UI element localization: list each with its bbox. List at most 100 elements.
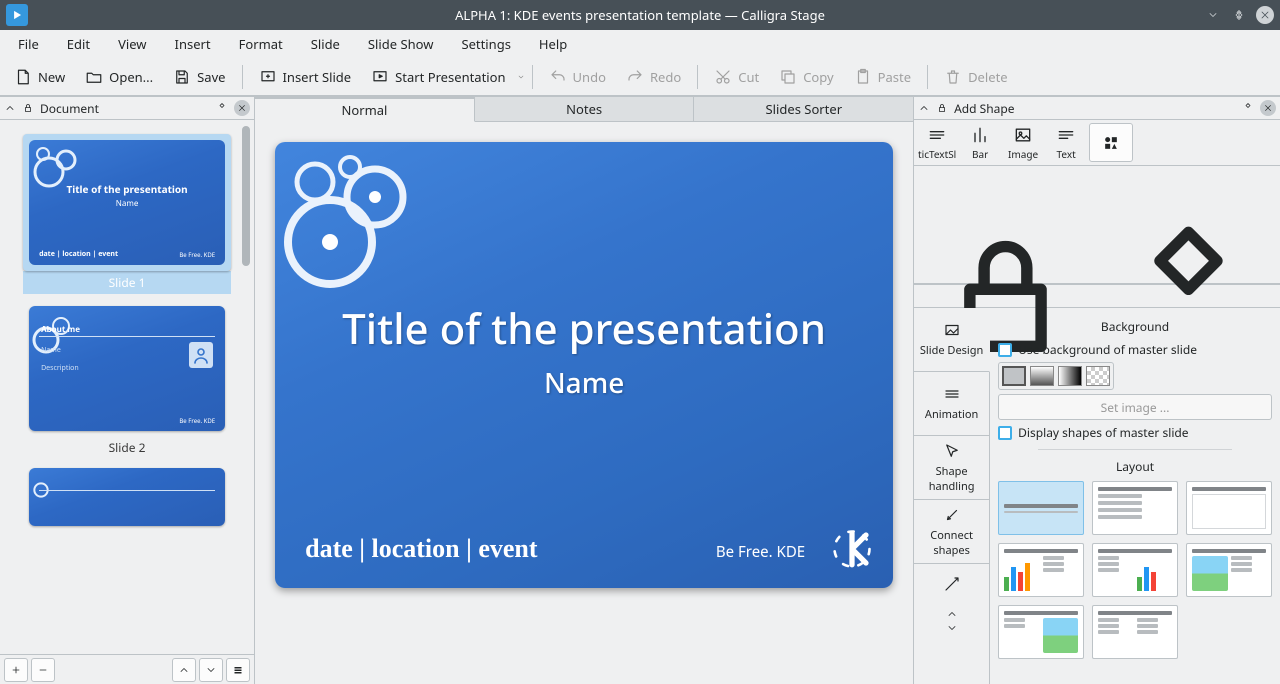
tab-connect-shapes[interactable]: Connect shapes xyxy=(914,500,989,564)
move-down-button[interactable] xyxy=(199,658,223,682)
menubar: File Edit View Insert Format Slide Slide… xyxy=(0,30,1280,58)
artistic-text-button[interactable]: ticTextSl xyxy=(917,123,957,162)
slide-subtitle-text[interactable]: Name xyxy=(275,364,893,402)
float-icon[interactable] xyxy=(1242,102,1254,114)
toolbar: New Open... Save Insert Slide Start Pres… xyxy=(0,58,1280,96)
paste-button[interactable]: Paste xyxy=(846,64,919,90)
view-tabs: Normal Notes Slides Sorter xyxy=(255,96,913,122)
collapse-icon[interactable] xyxy=(4,102,16,114)
bg-color-swatches[interactable] xyxy=(998,362,1114,390)
menu-format[interactable]: Format xyxy=(225,31,297,57)
right-panel: Add Shape ticTextSl Bar Image Text Slide… xyxy=(914,96,1280,684)
lock-icon[interactable] xyxy=(22,102,34,114)
layout-grid xyxy=(998,481,1272,659)
menu-slide[interactable]: Slide xyxy=(297,31,354,57)
open-button[interactable]: Open... xyxy=(77,64,161,90)
swatch-pattern[interactable] xyxy=(1086,366,1110,386)
slide-footer-right[interactable]: Be Free. KDE xyxy=(716,542,805,562)
lock-icon[interactable] xyxy=(936,102,948,114)
panel-close-button[interactable] xyxy=(1260,100,1276,116)
layout-title-content[interactable] xyxy=(1092,481,1178,535)
add-slide-button[interactable] xyxy=(4,658,28,682)
slide-list-footer xyxy=(0,654,254,684)
slide-design-panel: Background Use background of master slid… xyxy=(990,308,1280,684)
menu-help[interactable]: Help xyxy=(525,31,581,57)
menu-edit[interactable]: Edit xyxy=(53,31,104,57)
more-shapes-button[interactable] xyxy=(1089,123,1133,162)
start-presentation-dropdown[interactable] xyxy=(516,73,526,81)
text-shape-button[interactable]: Text xyxy=(1046,123,1086,162)
start-presentation-button[interactable]: Start Presentation xyxy=(363,64,513,90)
slide-thumb-3[interactable] xyxy=(6,458,248,528)
background-section-title: Background xyxy=(998,318,1272,335)
property-tabs: Slide Design Animation Shape handling Co… xyxy=(914,308,990,684)
slide-list-scrollbar[interactable] xyxy=(242,126,252,648)
panel-close-button[interactable] xyxy=(234,100,250,116)
slide-footer-left[interactable]: date | location | event xyxy=(305,534,537,564)
display-master-shapes-checkbox[interactable]: Display shapes of master slide xyxy=(998,424,1272,441)
canvas-area[interactable]: Title of the presentation Name date | lo… xyxy=(255,122,913,684)
scroll-up-icon[interactable] xyxy=(946,608,958,620)
layout-two-content[interactable] xyxy=(998,605,1084,659)
layout-title-blank[interactable] xyxy=(1186,481,1272,535)
use-master-bg-checkbox[interactable]: Use background of master slide xyxy=(998,341,1272,358)
tab-shape-handling[interactable]: Shape handling xyxy=(914,436,989,500)
scroll-down-icon[interactable] xyxy=(946,622,958,634)
tab-animation[interactable]: Animation xyxy=(914,372,989,436)
close-button[interactable] xyxy=(1256,6,1274,24)
move-up-button[interactable] xyxy=(172,658,196,682)
slide-list: Title of the presentation Name date | lo… xyxy=(0,120,254,654)
remove-slide-button[interactable] xyxy=(31,658,55,682)
layout-text-chart[interactable] xyxy=(1092,543,1178,597)
menu-settings[interactable]: Settings xyxy=(447,31,524,57)
swatch-gradient[interactable] xyxy=(1030,366,1054,386)
insert-slide-button[interactable]: Insert Slide xyxy=(251,64,360,90)
menu-file[interactable]: File xyxy=(4,31,53,57)
copy-button[interactable]: Copy xyxy=(771,64,841,90)
layout-image-text[interactable] xyxy=(1186,543,1272,597)
addshape-title: Add Shape xyxy=(954,100,1014,117)
menu-insert[interactable]: Insert xyxy=(161,31,225,57)
slide-thumb-2[interactable]: About me Name Description Be Free. KDE S… xyxy=(6,296,248,458)
maximize-button[interactable] xyxy=(1230,6,1248,24)
layout-two-text[interactable] xyxy=(1092,605,1178,659)
slide-thumb-1[interactable]: Title of the presentation Name date | lo… xyxy=(6,124,248,296)
editor-area: Normal Notes Slides Sorter Title of the … xyxy=(255,96,914,684)
cut-button[interactable]: Cut xyxy=(706,64,767,90)
float-icon[interactable] xyxy=(216,102,228,114)
set-image-button[interactable]: Set image ... xyxy=(998,394,1272,420)
layout-title-only[interactable] xyxy=(998,481,1084,535)
new-button[interactable]: New xyxy=(6,64,73,90)
shape-toolbar: ticTextSl Bar Image Text xyxy=(914,120,1280,166)
slide-canvas[interactable]: Title of the presentation Name date | lo… xyxy=(275,142,893,588)
tab-more[interactable] xyxy=(914,564,989,604)
titlebar: ALPHA 1: KDE events presentation templat… xyxy=(0,0,1280,30)
bar-shape-button[interactable]: Bar xyxy=(960,123,1000,162)
swatch-solid[interactable] xyxy=(1002,366,1026,386)
swatch-gradient-2[interactable] xyxy=(1058,366,1082,386)
tab-notes[interactable]: Notes xyxy=(475,97,695,121)
tab-slide-design[interactable]: Slide Design xyxy=(914,308,990,372)
menu-view[interactable]: View xyxy=(104,31,160,57)
slide-panel-title: Document xyxy=(40,100,99,117)
slide-menu-button[interactable] xyxy=(226,658,250,682)
collapse-icon[interactable] xyxy=(918,102,930,114)
slide-title-text[interactable]: Title of the presentation xyxy=(275,300,893,357)
undo-button[interactable]: Undo xyxy=(541,64,614,90)
layout-chart-text[interactable] xyxy=(998,543,1084,597)
kde-logo-icon xyxy=(831,528,873,570)
menu-slideshow[interactable]: Slide Show xyxy=(354,31,448,57)
tab-normal[interactable]: Normal xyxy=(255,97,475,122)
image-shape-button[interactable]: Image xyxy=(1003,123,1043,162)
avatar-icon xyxy=(189,342,213,368)
minimize-button[interactable] xyxy=(1204,6,1222,24)
app-icon xyxy=(6,4,28,26)
delete-button[interactable]: Delete xyxy=(936,64,1016,90)
bubbles-icon xyxy=(31,308,91,368)
redo-button[interactable]: Redo xyxy=(618,64,689,90)
tab-sorter[interactable]: Slides Sorter xyxy=(694,97,913,121)
save-button[interactable]: Save xyxy=(165,64,233,90)
bubbles-decoration xyxy=(275,142,455,322)
slide-panel: Document Title of the presentation Name … xyxy=(0,96,255,684)
slide-panel-header: Document xyxy=(0,96,254,120)
